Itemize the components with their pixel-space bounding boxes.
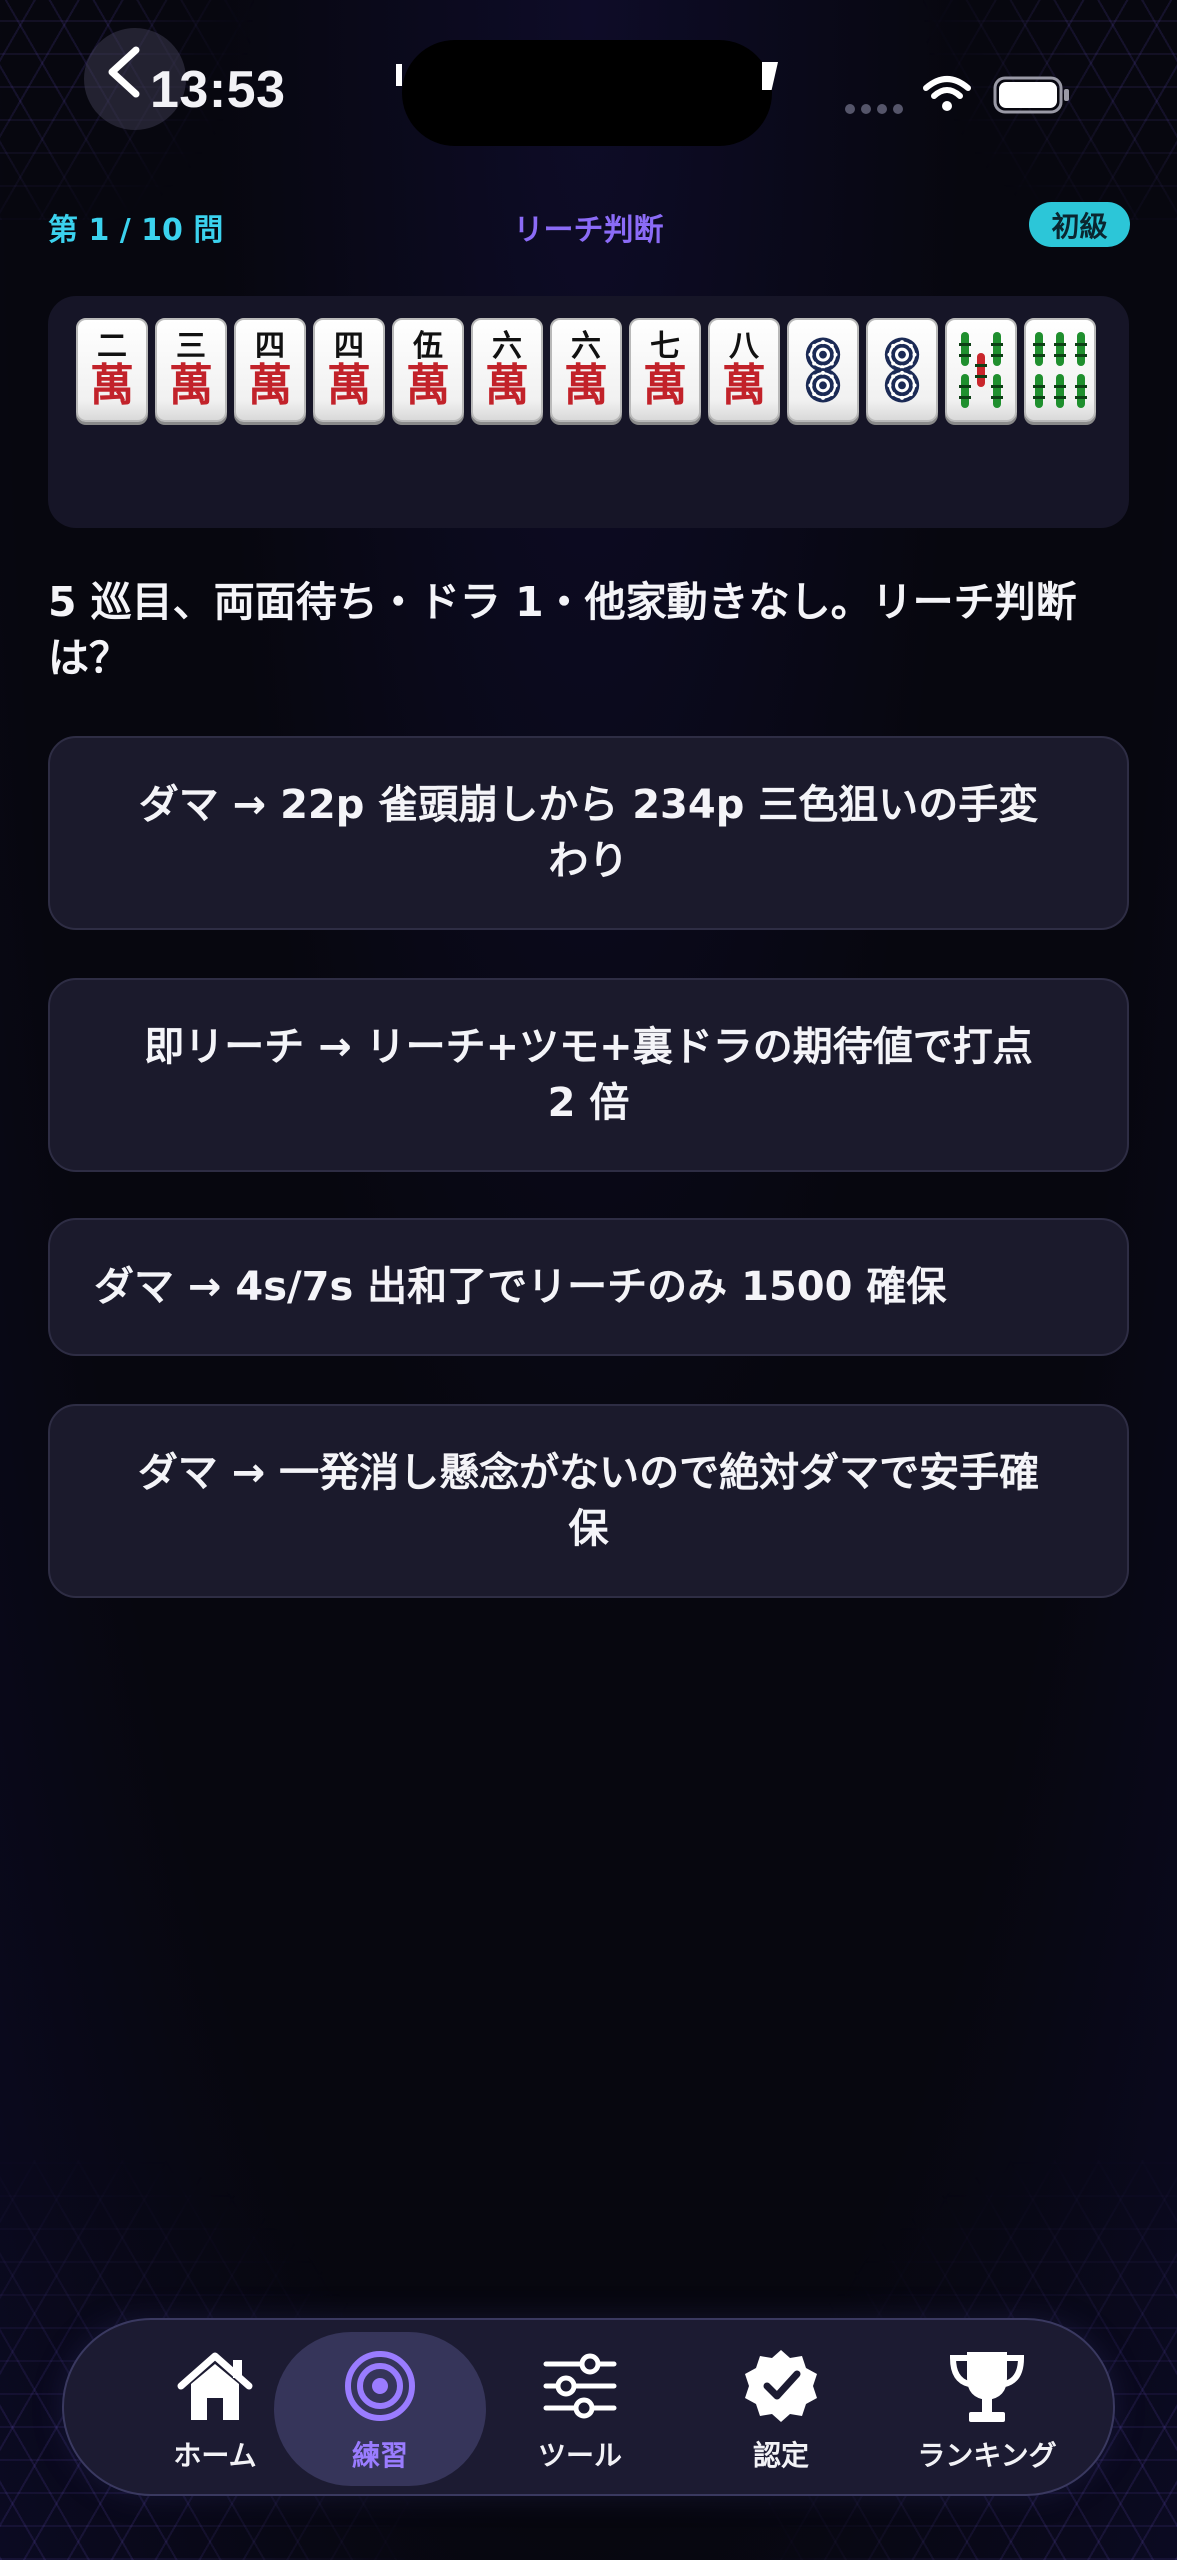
tab-certification[interactable]: 認定 xyxy=(675,2332,887,2486)
tab-practice[interactable]: 練習 xyxy=(274,2332,486,2486)
sliders-icon xyxy=(543,2353,617,2419)
home-icon xyxy=(177,2352,253,2420)
trophy-icon xyxy=(949,2352,1025,2422)
sou-tile-icon xyxy=(1033,332,1087,408)
mahjong-tile: 四萬 xyxy=(234,318,306,422)
pin-tile-icon xyxy=(805,337,841,403)
tile-number: 八 xyxy=(729,329,759,364)
answer-option-2[interactable]: 即リーチ → リーチ+ツモ+裏ドラの期待値で打点 2 倍 xyxy=(48,978,1129,1172)
island-edge-right xyxy=(762,62,778,90)
tile-suit: 萬 xyxy=(722,360,766,411)
question-text: 5 巡目、両面待ち・ドラ 1・他家動きなし。リーチ判断は？ xyxy=(48,578,1077,682)
tile-suit: 萬 xyxy=(169,360,213,411)
tile-suit: 萬 xyxy=(643,360,687,411)
tab-ranking-label: ランキング xyxy=(917,2439,1057,2472)
tab-practice-label: 練習 xyxy=(351,2439,408,2472)
tab-tools[interactable]: ツール xyxy=(474,2332,686,2486)
bottom-tab-bar: ホーム 練習 ツール 認定 ランキング xyxy=(62,2318,1115,2496)
dynamic-island xyxy=(402,40,772,146)
cellular-signal-icon xyxy=(845,104,903,114)
wifi-icon xyxy=(923,76,971,111)
tile-hand: 二萬三萬四萬四萬伍萬六萬六萬七萬八萬 xyxy=(76,318,1096,422)
answer-option-4[interactable]: ダマ → 一発消し懸念がないので絶対ダマで安手確保 xyxy=(48,1404,1129,1598)
pin-tile-icon xyxy=(884,337,920,403)
tile-number: 四 xyxy=(255,329,285,364)
level-badge: 初級 xyxy=(1029,202,1130,247)
tab-ranking[interactable]: ランキング xyxy=(881,2332,1093,2486)
status-time: 13:53 xyxy=(150,61,286,119)
target-icon xyxy=(345,2351,415,2421)
tile-number: 六 xyxy=(492,329,522,364)
tile-suit: 萬 xyxy=(485,360,529,411)
tab-home-label: ホーム xyxy=(173,2439,257,2472)
tile-suit: 萬 xyxy=(90,360,134,411)
battery-icon xyxy=(993,76,1069,114)
answer-option-3[interactable]: ダマ → 4s/7s 出和了でリーチのみ 1500 確保 xyxy=(48,1218,1129,1356)
tile-suit: 萬 xyxy=(327,360,371,411)
chevron-left-icon xyxy=(108,46,140,98)
status-bar: 13:53 xyxy=(0,0,1177,180)
mahjong-tile: 七萬 xyxy=(629,318,701,422)
mahjong-tile: 伍萬 xyxy=(392,318,464,422)
island-edge-left xyxy=(396,64,402,86)
tile-number: 七 xyxy=(650,329,680,364)
answer-option-1[interactable]: ダマ → 22p 雀頭崩しから 234p 三色狙いの手変わり xyxy=(48,736,1129,930)
tab-tools-label: ツール xyxy=(537,2439,622,2472)
tile-number: 四 xyxy=(334,329,364,364)
badge-check-icon xyxy=(745,2350,817,2422)
tile-suit: 萬 xyxy=(406,360,450,411)
mahjong-tile: 四萬 xyxy=(313,318,385,422)
tile-number: 六 xyxy=(571,329,601,364)
hand-panel: 二萬三萬四萬四萬伍萬六萬六萬七萬八萬 xyxy=(48,296,1129,528)
sou-tile-icon xyxy=(959,332,1003,408)
mahjong-tile: 六萬 xyxy=(471,318,543,422)
tile-suit: 萬 xyxy=(564,360,608,411)
tile-number: 三 xyxy=(176,329,206,364)
mahjong-tile: 八萬 xyxy=(708,318,780,422)
tab-certification-label: 認定 xyxy=(752,2439,809,2472)
tile-suit: 萬 xyxy=(248,360,292,411)
mahjong-tile: 六萬 xyxy=(550,318,622,422)
mahjong-tile xyxy=(1024,318,1096,422)
mahjong-tile xyxy=(945,318,1017,422)
mahjong-tile xyxy=(866,318,938,422)
question-category: リーチ判断 xyxy=(513,213,664,248)
mahjong-tile: 二萬 xyxy=(76,318,148,422)
mahjong-tile: 三萬 xyxy=(155,318,227,422)
mahjong-tile xyxy=(787,318,859,422)
tile-number: 二 xyxy=(97,329,127,364)
tile-number: 伍 xyxy=(413,329,443,364)
